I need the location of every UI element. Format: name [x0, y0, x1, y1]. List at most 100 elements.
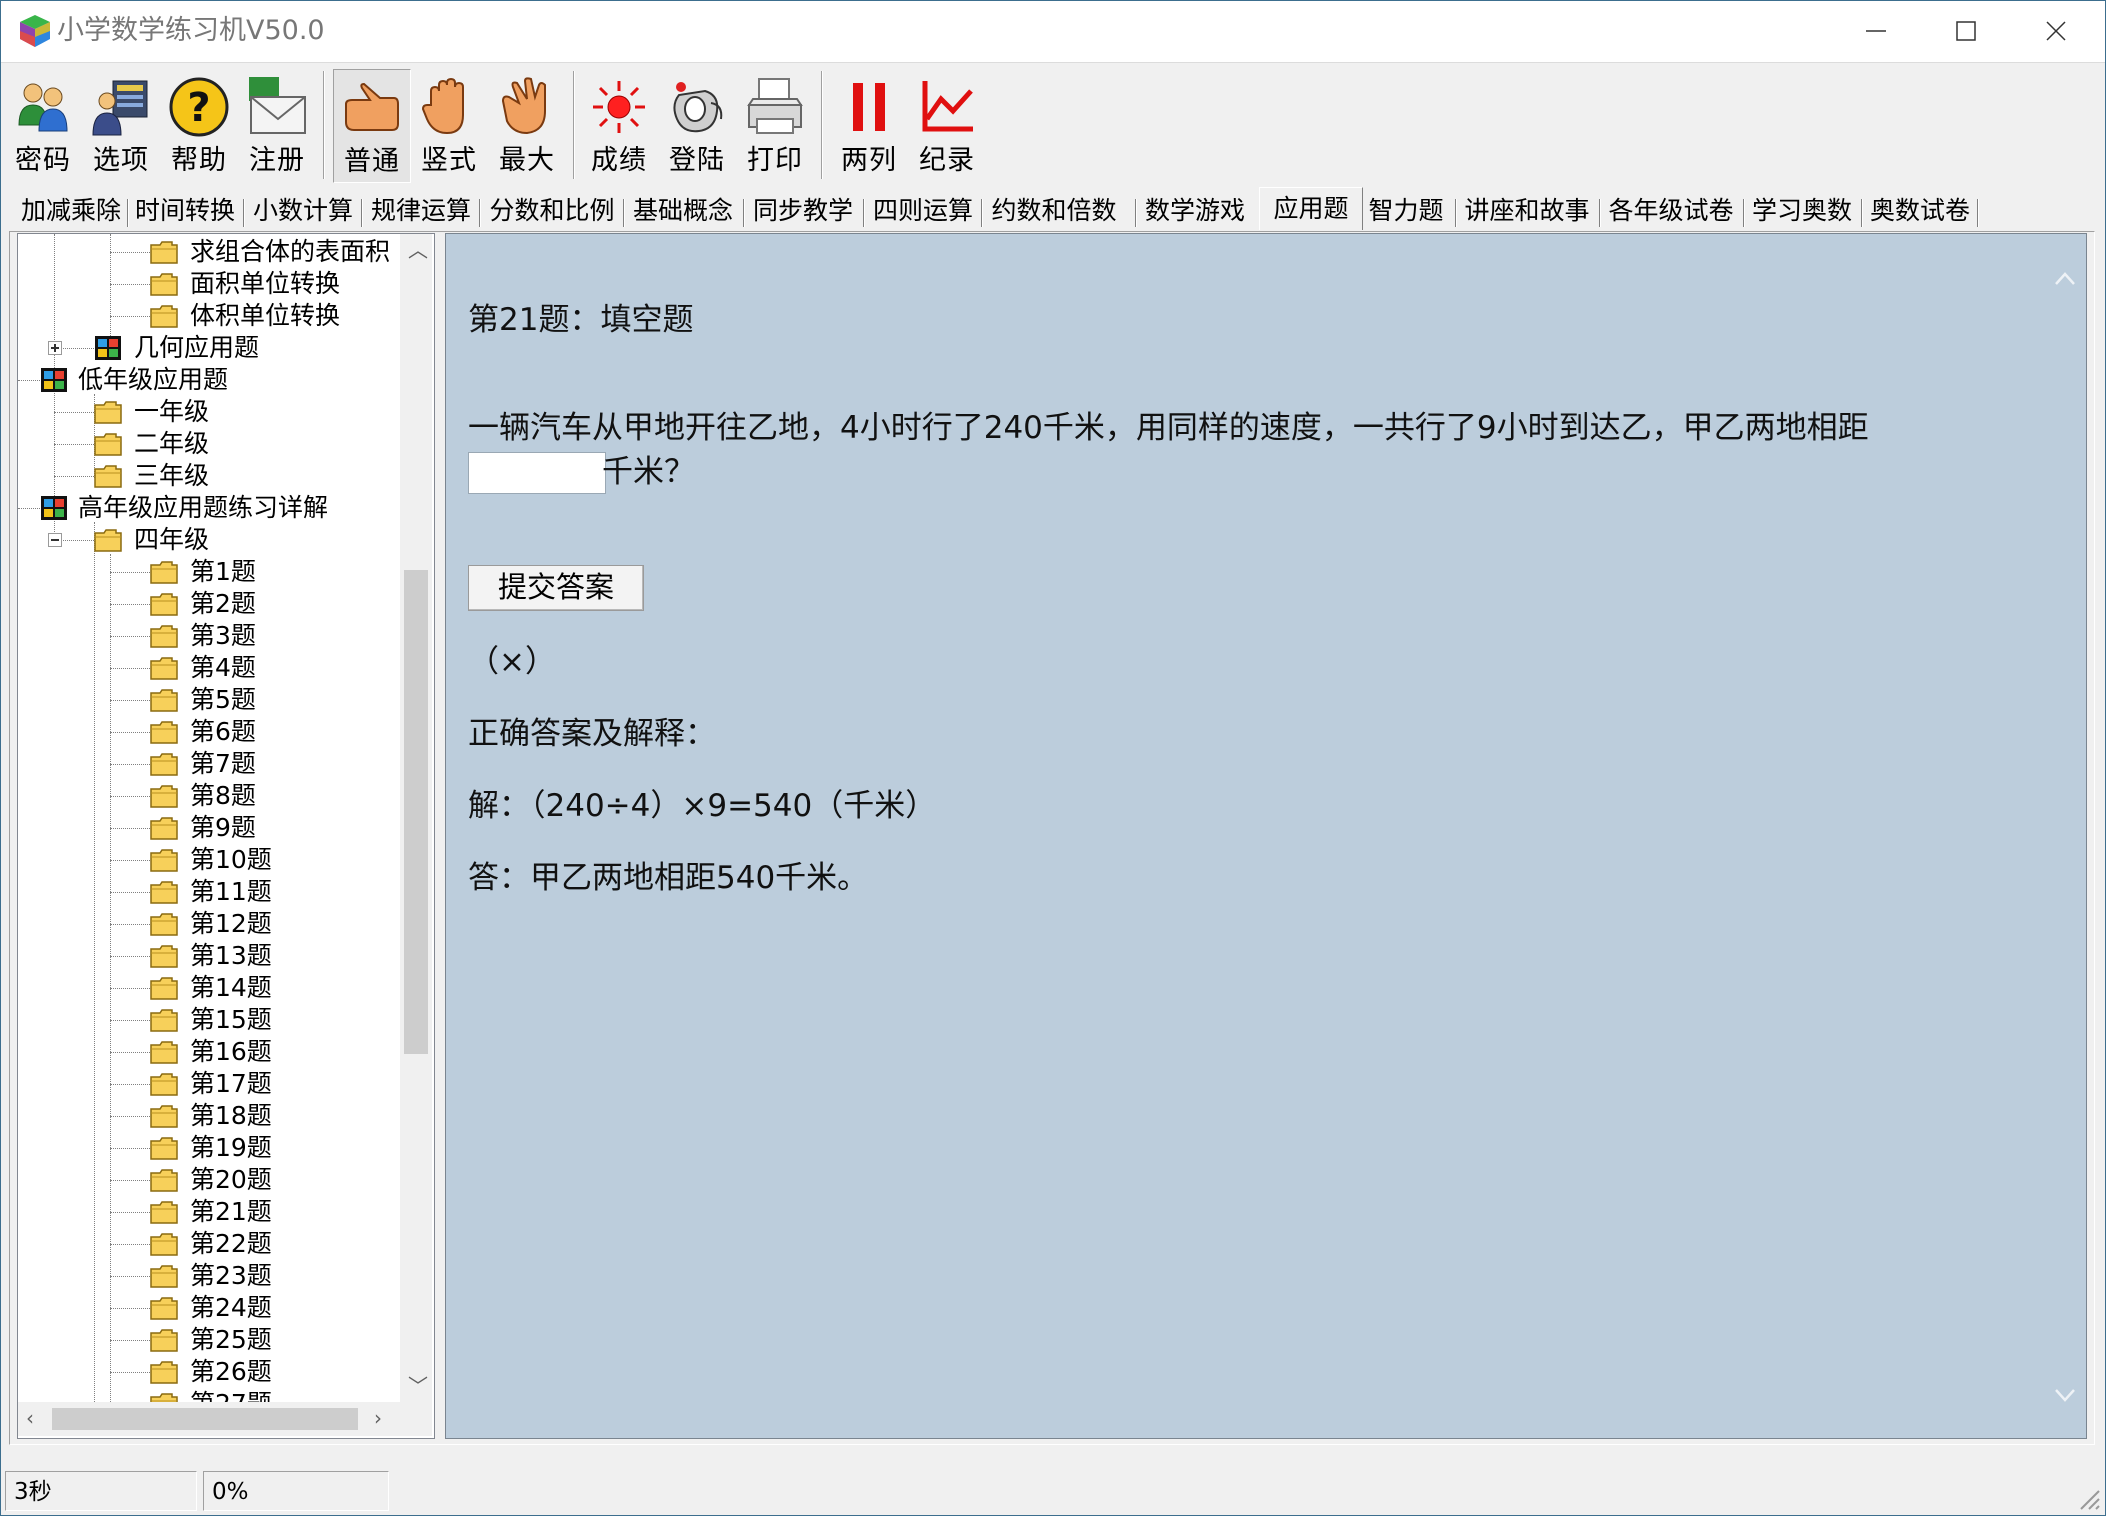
tree-item[interactable]: 第1题 [18, 556, 398, 588]
login-button[interactable]: 登陆 [659, 69, 735, 181]
chevron-down-icon[interactable] [2050, 1380, 2080, 1410]
two-columns-button[interactable]: 两列 [831, 69, 907, 181]
tree-item[interactable]: 四年级 [18, 524, 398, 556]
help-icon: ? [169, 77, 229, 137]
tree-item[interactable]: 第11题 [18, 876, 398, 908]
tab-brain-teasers[interactable]: 智力题 [1363, 193, 1449, 229]
scroll-left-icon[interactable]: ‹ [26, 1408, 34, 1428]
tab-learn-olympiad[interactable]: 学习奥数 [1749, 193, 1855, 229]
tree-item[interactable]: 二年级 [18, 428, 398, 460]
tab-olympiad-exams[interactable]: 奥数试卷 [1867, 193, 1973, 229]
tree-item[interactable]: 面积单位转换 [18, 268, 398, 300]
tree-item[interactable]: 第20题 [18, 1164, 398, 1196]
tree-item[interactable]: 第25题 [18, 1324, 398, 1356]
question-text: 一辆汽车从甲地开往乙地，4小时行了240千米，用同样的速度，一共行了9小时到达乙… [468, 410, 1869, 446]
tree-item[interactable]: 第14题 [18, 972, 398, 1004]
tree-item[interactable]: 第19题 [18, 1132, 398, 1164]
print-button[interactable]: 打印 [737, 69, 813, 181]
submit-answer-button[interactable]: 提交答案 [468, 565, 644, 611]
tab-sync-teaching[interactable]: 同步教学 [751, 193, 855, 229]
tree-vertical-scroll-thumb[interactable] [404, 570, 428, 1054]
tab-divisors-multiples[interactable]: 约数和倍数 [989, 193, 1119, 229]
resize-grip-icon[interactable] [2075, 1485, 2101, 1511]
pointing-hand-icon [345, 82, 399, 131]
expand-icon[interactable] [48, 341, 62, 355]
tree-item[interactable]: 第22题 [18, 1228, 398, 1260]
tree-guide-line [110, 1212, 150, 1213]
tree-item-label: 第14题 [190, 973, 272, 1002]
toolbar-separator [573, 71, 575, 179]
folder-icon [150, 785, 178, 808]
scroll-right-icon[interactable]: › [374, 1408, 382, 1428]
tree-item[interactable]: 第13题 [18, 940, 398, 972]
tree-item[interactable]: 高年级应用题练习详解 [18, 492, 398, 524]
tree-item[interactable]: 一年级 [18, 396, 398, 428]
tree-item[interactable]: 第21题 [18, 1196, 398, 1228]
tree-item[interactable]: 三年级 [18, 460, 398, 492]
vertical-mode-button[interactable]: 竖式 [411, 69, 487, 181]
maximize-button[interactable] [1921, 1, 2011, 62]
tree-item[interactable]: 第7题 [18, 748, 398, 780]
tree-item-label: 第23题 [190, 1261, 272, 1290]
tree-view[interactable]: 求组合体的表面积 面积单位转换 体积单位转换 几何应用题 低年级应用题 一年级 二年级 三年级… [17, 233, 435, 1439]
tab-fractions-ratios[interactable]: 分数和比例 [487, 193, 617, 229]
scroll-up-icon[interactable]: ︿ [408, 240, 428, 260]
folder-icon [150, 625, 178, 648]
tree-item[interactable]: 第12题 [18, 908, 398, 940]
password-label: 密码 [15, 145, 71, 176]
tab-decimal-calculation[interactable]: 小数计算 [251, 193, 355, 229]
close-button[interactable] [2011, 1, 2101, 62]
tree-vertical-scrollbar[interactable]: ︿ ﹀ [400, 234, 432, 1402]
tab-pattern-operations[interactable]: 规律运算 [369, 193, 473, 229]
tab-add-subtract-multiply-divide[interactable]: 加减乘除 [19, 193, 123, 229]
help-button[interactable]: ? 帮助 [161, 69, 237, 181]
maximize-icon [1956, 21, 1976, 41]
max-mode-button[interactable]: 最大 [489, 69, 565, 181]
answer-input[interactable] [468, 452, 606, 494]
tab-basic-concepts[interactable]: 基础概念 [631, 193, 735, 229]
collapse-icon[interactable] [48, 533, 62, 547]
tree-item[interactable]: 低年级应用题 [18, 364, 398, 396]
records-button[interactable]: 纪录 [909, 69, 985, 181]
tree-horizontal-scroll-thumb[interactable] [52, 1408, 358, 1430]
options-button[interactable]: 选项 [83, 69, 159, 181]
tree-item[interactable]: 第24题 [18, 1292, 398, 1324]
tree-item[interactable]: 第18题 [18, 1100, 398, 1132]
folder-icon [150, 1009, 178, 1032]
options-icon [92, 80, 148, 136]
tab-grade-exams[interactable]: 各年级试卷 [1605, 193, 1737, 229]
tree-item[interactable]: 第17题 [18, 1068, 398, 1100]
score-button[interactable]: 成绩 [581, 69, 657, 181]
tree-item[interactable]: 第4题 [18, 652, 398, 684]
tree-item[interactable]: 第16题 [18, 1036, 398, 1068]
tree-item[interactable]: 第15题 [18, 1004, 398, 1036]
tree-horizontal-scrollbar[interactable]: ‹ › [18, 1402, 400, 1436]
tree-item[interactable]: 第23题 [18, 1260, 398, 1292]
tree-item[interactable]: 求组合体的表面积 [18, 236, 398, 268]
tree-item[interactable]: 第27题 [18, 1388, 398, 1402]
tab-separator [863, 199, 865, 227]
tree-item[interactable]: 第26题 [18, 1356, 398, 1388]
minimize-button[interactable] [1831, 1, 1921, 62]
tab-lectures-stories[interactable]: 讲座和故事 [1461, 193, 1593, 229]
folder-icon [150, 273, 178, 296]
tree-item[interactable]: 第8题 [18, 780, 398, 812]
scroll-down-icon[interactable]: ﹀ [408, 1376, 428, 1396]
tree-item[interactable]: 第10题 [18, 844, 398, 876]
tree-item[interactable]: 第3题 [18, 620, 398, 652]
tree-item[interactable]: 第6题 [18, 716, 398, 748]
password-button[interactable]: 密码 [5, 69, 81, 181]
tree-item[interactable]: 第2题 [18, 588, 398, 620]
tree-item[interactable]: 第5题 [18, 684, 398, 716]
tab-word-problems[interactable]: 应用题 [1259, 187, 1363, 230]
tree-item[interactable]: 体积单位转换 [18, 300, 398, 332]
tree-item-label: 高年级应用题练习详解 [78, 493, 329, 522]
tab-time-conversion[interactable]: 时间转换 [133, 193, 237, 229]
tab-four-operations[interactable]: 四则运算 [871, 193, 975, 229]
chevron-up-icon[interactable] [2050, 264, 2080, 294]
tree-item[interactable]: 几何应用题 [18, 332, 398, 364]
tree-item[interactable]: 第9题 [18, 812, 398, 844]
tab-math-games[interactable]: 数学游戏 [1143, 193, 1247, 229]
register-button[interactable]: 注册 [239, 69, 315, 181]
normal-mode-button[interactable]: 普通 [333, 69, 411, 183]
